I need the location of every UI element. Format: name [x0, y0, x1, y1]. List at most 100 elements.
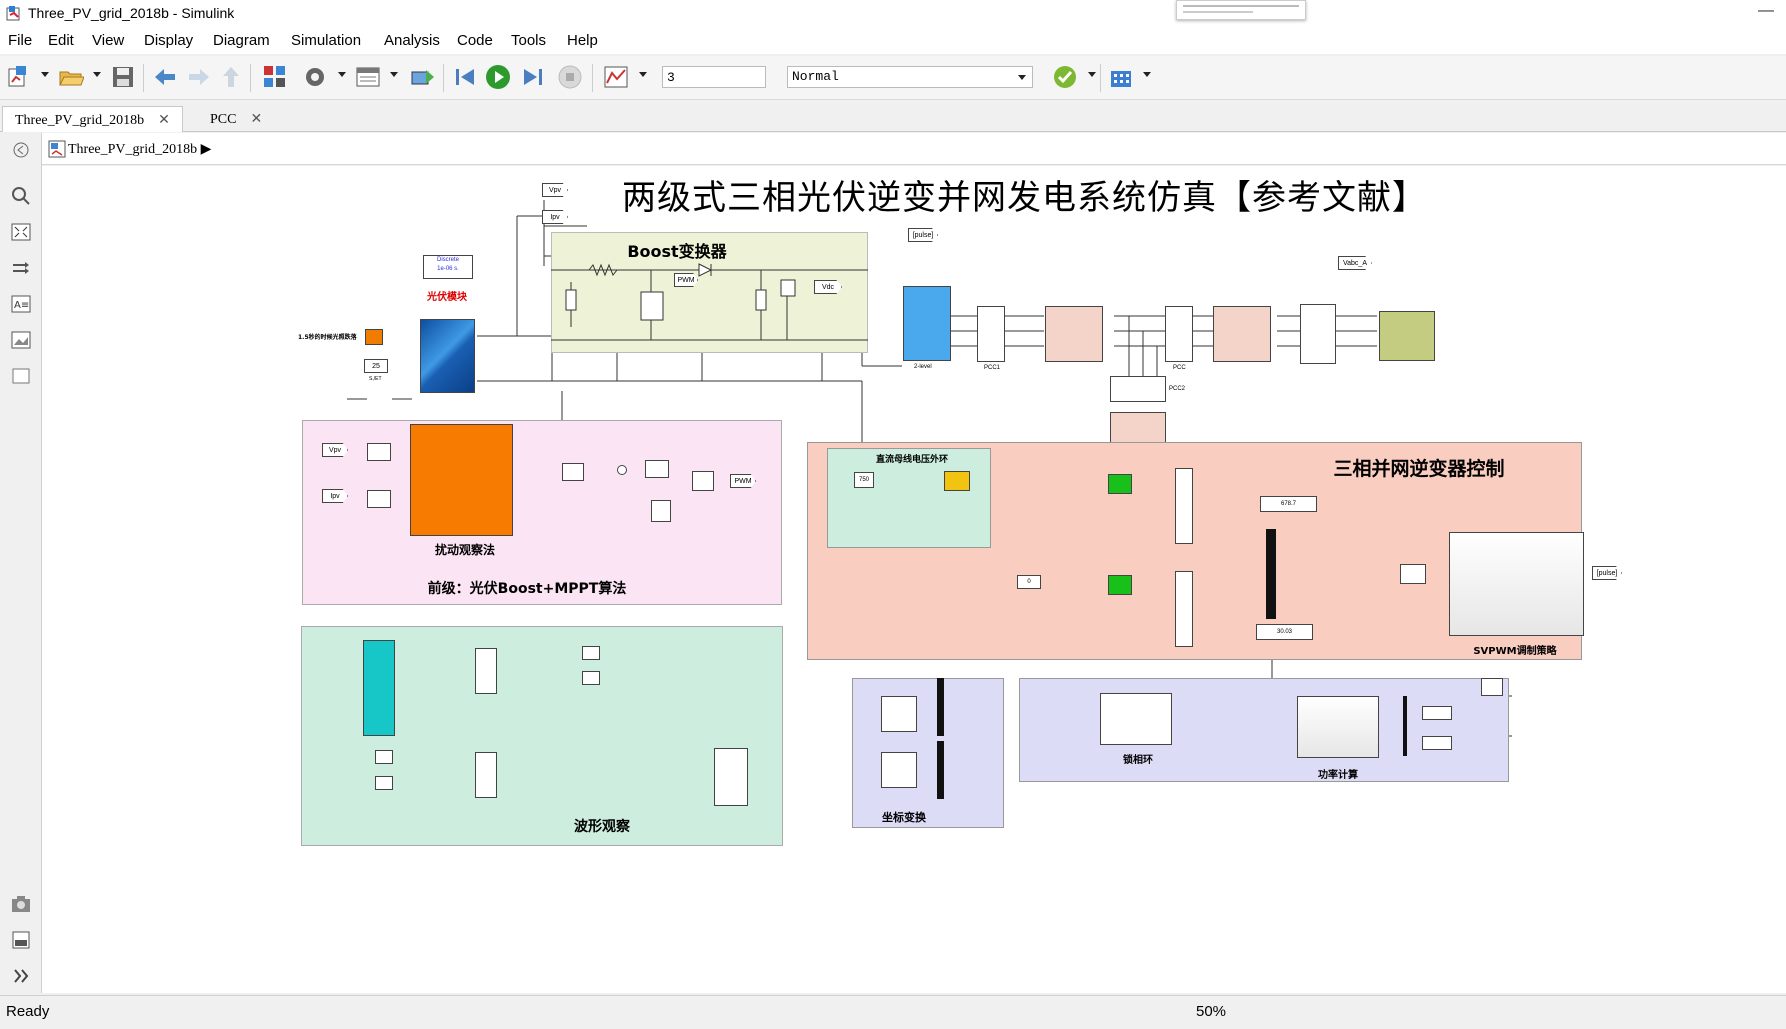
build-grid-icon[interactable] — [1108, 64, 1134, 90]
zoh-block-1[interactable] — [367, 443, 391, 461]
run-icon[interactable] — [485, 64, 511, 90]
carrier-block[interactable] — [651, 500, 671, 522]
iq-reference-block[interactable]: 0 — [1017, 575, 1041, 589]
goto-ipv[interactable]: Ipv — [542, 210, 568, 224]
demux-block-2[interactable] — [937, 741, 944, 799]
irradiance-step-block[interactable] — [365, 329, 383, 345]
svpwm-block[interactable] — [1449, 532, 1584, 636]
from-pwm[interactable]: PWM — [674, 273, 698, 287]
menu-code[interactable]: Code — [457, 32, 493, 49]
scope-block-3[interactable] — [582, 671, 600, 685]
arrow-shortcut-icon[interactable] — [11, 259, 31, 277]
pv-array-block[interactable] — [420, 319, 475, 393]
menu-edit[interactable]: Edit — [48, 32, 74, 49]
menu-diagram[interactable]: Diagram — [213, 32, 270, 49]
dc-pi-block[interactable] — [944, 471, 970, 491]
data-inspector-icon[interactable] — [603, 64, 629, 90]
scope-block-6[interactable] — [475, 752, 497, 798]
power-demux-block[interactable] — [1403, 696, 1407, 756]
image-icon[interactable] — [11, 331, 31, 349]
tab-pcc[interactable]: PCC ✕ — [198, 106, 274, 132]
abc-to-dq-block-1[interactable] — [881, 696, 917, 732]
menu-simulation[interactable]: Simulation — [291, 32, 361, 49]
step-forward-icon[interactable] — [520, 64, 546, 90]
multi-scope-block[interactable] — [363, 640, 395, 736]
menu-analysis[interactable]: Analysis — [384, 32, 440, 49]
zoh-block-2[interactable] — [367, 490, 391, 508]
breadcrumb-arrow-icon[interactable]: ▶ — [201, 142, 212, 157]
from-vpv[interactable]: Vpv — [322, 443, 348, 457]
hide-browser-icon[interactable] — [11, 141, 31, 159]
dc-reference-block[interactable]: 750 — [854, 472, 874, 488]
goto-vabc-a[interactable]: Vabc_A — [1338, 256, 1372, 270]
library-browser-icon[interactable] — [262, 64, 288, 90]
pcc-measurement-block[interactable] — [1165, 306, 1193, 362]
dq0-to-abc-block[interactable] — [1400, 564, 1426, 584]
display-block-2[interactable]: 30.03 — [1256, 624, 1313, 640]
new-dropdown-icon[interactable] — [41, 72, 49, 77]
settings-gear-icon[interactable] — [302, 64, 328, 90]
explorer-dropdown-icon[interactable] — [390, 72, 398, 77]
update-diagram-icon[interactable] — [410, 64, 436, 90]
annotation-icon[interactable]: A≡ — [11, 295, 31, 313]
temperature-constant-block[interactable]: 25 — [364, 359, 388, 373]
close-icon[interactable]: ✕ — [158, 111, 170, 127]
menu-display[interactable]: Display — [144, 32, 193, 49]
simulation-mode-select[interactable]: Normal — [787, 66, 1033, 88]
goto-vdc[interactable]: Vdc — [814, 280, 842, 294]
demux-block-1[interactable] — [937, 678, 944, 736]
up-arrow-icon[interactable] — [218, 64, 244, 90]
close-icon[interactable]: ✕ — [250, 110, 262, 126]
scope-block-7[interactable] — [714, 748, 748, 806]
bus-creator-block[interactable] — [1266, 529, 1276, 619]
pcc2-measurement-block[interactable] — [1110, 376, 1166, 402]
model-explorer-icon[interactable] — [355, 64, 381, 90]
id-pi-block[interactable] — [1108, 474, 1132, 494]
menu-tools[interactable]: Tools — [511, 32, 546, 49]
display-block-1[interactable]: 678.7 — [1260, 496, 1317, 512]
line-impedance-block[interactable] — [1213, 306, 1271, 362]
p-selector-block[interactable] — [1422, 706, 1452, 720]
mux-block-1[interactable] — [1175, 468, 1193, 544]
grid-measurement-block[interactable] — [1300, 304, 1336, 364]
from-pulse[interactable]: [pulse] — [908, 228, 938, 242]
breadcrumb-model-name[interactable]: Three_PV_grid_2018b ▶ — [68, 141, 211, 158]
power-scope-block[interactable] — [1481, 678, 1503, 696]
step-back-icon[interactable] — [452, 64, 478, 90]
powergui-block[interactable]: Discrete 1e-06 s. — [423, 255, 473, 279]
fit-to-view-icon[interactable] — [11, 223, 31, 241]
goto-pulse[interactable]: [pulse] — [1592, 566, 1622, 580]
perturb-observe-block[interactable] — [410, 424, 513, 536]
forward-arrow-icon[interactable] — [186, 64, 212, 90]
open-dropdown-icon[interactable] — [93, 72, 101, 77]
model-advisor-check-icon[interactable] — [1052, 64, 1078, 90]
zoh-block-3[interactable] — [562, 463, 584, 481]
scope-block-1[interactable] — [475, 648, 497, 694]
mux-block-2[interactable] — [1175, 571, 1193, 647]
inspector-dropdown-icon[interactable] — [639, 72, 647, 77]
abc-to-dq-block-2[interactable] — [881, 752, 917, 788]
camera-icon[interactable] — [11, 895, 31, 913]
q-selector-block[interactable] — [1422, 736, 1452, 750]
new-model-icon[interactable] — [6, 64, 32, 90]
pll-block[interactable] — [1100, 693, 1172, 745]
open-folder-icon[interactable] — [58, 64, 84, 90]
two-level-inverter-block[interactable] — [903, 286, 951, 361]
grid-source-block[interactable] — [1379, 311, 1435, 361]
menu-help[interactable]: Help — [567, 32, 598, 49]
scope-block-5[interactable] — [375, 776, 393, 790]
filter-inductor-block-1[interactable] — [1045, 306, 1103, 362]
compare-block[interactable] — [692, 471, 714, 491]
iq-pi-block[interactable] — [1108, 575, 1132, 595]
expand-chevron-icon[interactable] — [11, 967, 31, 985]
scope-block-2[interactable] — [582, 646, 600, 660]
report-icon[interactable] — [11, 931, 31, 949]
pi-block[interactable] — [645, 460, 669, 478]
stop-time-input[interactable] — [662, 66, 766, 88]
zoom-icon[interactable] — [11, 187, 31, 205]
area-icon[interactable] — [11, 367, 31, 385]
menu-view[interactable]: View — [92, 32, 124, 49]
goto-pwm[interactable]: PWM — [730, 474, 756, 488]
build-dropdown-icon[interactable] — [1143, 72, 1151, 77]
save-icon[interactable] — [110, 64, 136, 90]
